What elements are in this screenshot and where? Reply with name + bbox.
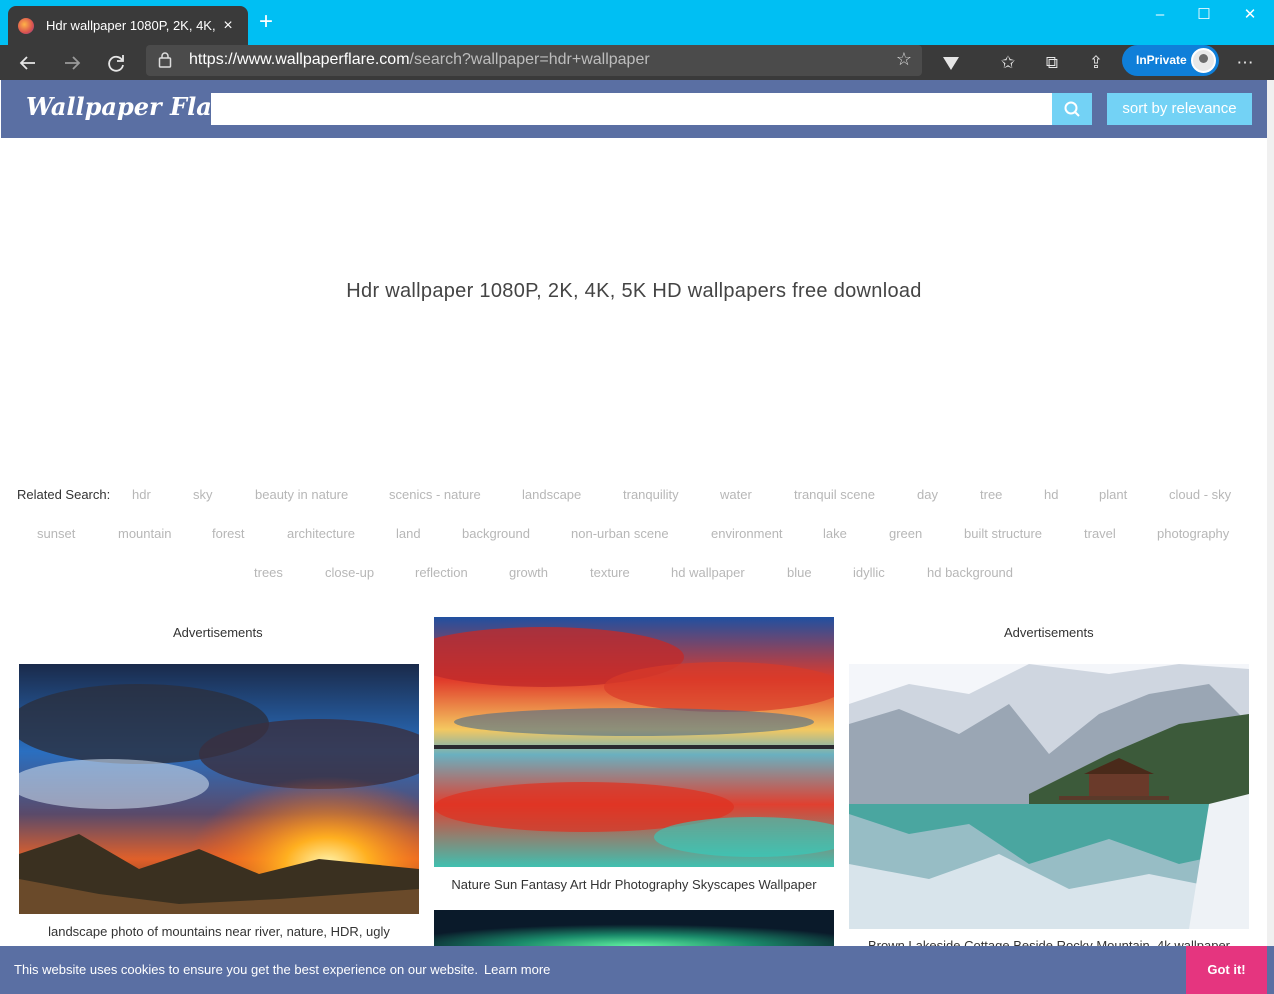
- search-button[interactable]: [1052, 93, 1092, 125]
- browser-titlebar: Hdr wallpaper 1080P, 2K, 4K, 5K × + – ☐ …: [0, 0, 1274, 45]
- inprivate-badge[interactable]: InPrivate: [1122, 45, 1219, 76]
- wallpaper-caption[interactable]: landscape photo of mountains near river,…: [19, 924, 419, 939]
- site-favicon-icon: [18, 17, 34, 34]
- related-tag[interactable]: texture: [590, 565, 630, 580]
- site-logo[interactable]: Wallpaper Flare: [26, 92, 240, 121]
- related-tag[interactable]: reflection: [415, 565, 468, 580]
- related-tag[interactable]: land: [396, 526, 421, 541]
- related-tag[interactable]: day: [917, 487, 938, 502]
- more-options-icon[interactable]: ⋯: [1230, 48, 1260, 78]
- related-tag[interactable]: blue: [787, 565, 812, 580]
- browser-tab[interactable]: Hdr wallpaper 1080P, 2K, 4K, 5K ×: [8, 6, 248, 45]
- related-tag[interactable]: growth: [509, 565, 548, 580]
- related-row-3: trees close-up reflection growth texture…: [1, 565, 1267, 585]
- wallpaper-thumbnail[interactable]: [19, 664, 419, 914]
- related-tag[interactable]: cloud - sky: [1169, 487, 1231, 502]
- page-body: Hdr wallpaper 1080P, 2K, 4K, 5K HD wallp…: [1, 138, 1267, 953]
- browser-toolbar: https://www.wallpaperflare.com/search?wa…: [0, 45, 1274, 80]
- profile-avatar-icon: [1191, 48, 1216, 73]
- cookie-message: This website uses cookies to ensure you …: [14, 962, 551, 977]
- tab-close-icon[interactable]: ×: [218, 17, 238, 35]
- related-tag[interactable]: background: [462, 526, 530, 541]
- search-icon: [1064, 101, 1080, 117]
- lock-icon[interactable]: [158, 51, 172, 69]
- related-tag[interactable]: trees: [254, 565, 283, 580]
- related-tag[interactable]: tranquil scene: [794, 487, 875, 502]
- wallpaper-thumbnail[interactable]: [434, 910, 834, 946]
- related-tag[interactable]: hd wallpaper: [671, 565, 745, 580]
- wallpaper-image-aurora: [434, 910, 834, 946]
- collections-icon[interactable]: ⧉: [1037, 48, 1067, 78]
- got-it-button[interactable]: Got it!: [1186, 946, 1267, 994]
- new-tab-button[interactable]: +: [254, 10, 278, 34]
- related-tag[interactable]: travel: [1084, 526, 1116, 541]
- related-tag[interactable]: lake: [823, 526, 847, 541]
- add-favorite-icon[interactable]: ☆: [896, 49, 912, 70]
- related-tag[interactable]: green: [889, 526, 922, 541]
- learn-more-link[interactable]: Learn more: [484, 962, 550, 977]
- sort-button[interactable]: sort by relevance: [1107, 93, 1252, 125]
- page-edge: [1267, 80, 1274, 994]
- related-tag[interactable]: sky: [193, 487, 213, 502]
- related-row-1: Related Search: hdr sky beauty in nature…: [1, 487, 1267, 507]
- related-tag[interactable]: tranquility: [623, 487, 679, 502]
- wallpaper-image-sunset-reflection: [434, 617, 834, 867]
- related-tag[interactable]: water: [720, 487, 752, 502]
- related-tag[interactable]: mountain: [118, 526, 171, 541]
- related-tag[interactable]: hd: [1044, 487, 1058, 502]
- related-tag[interactable]: photography: [1157, 526, 1229, 541]
- related-row-2: sunset mountain forest architecture land…: [1, 526, 1267, 546]
- related-tag[interactable]: idyllic: [853, 565, 885, 580]
- related-tag[interactable]: environment: [711, 526, 783, 541]
- maximize-button[interactable]: ☐: [1181, 4, 1227, 28]
- related-tag[interactable]: sunset: [37, 526, 75, 541]
- wallpaper-caption[interactable]: Nature Sun Fantasy Art Hdr Photography S…: [434, 877, 834, 892]
- related-tag[interactable]: hd background: [927, 565, 1013, 580]
- minimize-button[interactable]: –: [1137, 4, 1183, 28]
- wallpaper-image-lakeside-cottage: [849, 664, 1249, 929]
- related-label: Related Search:: [17, 487, 111, 502]
- tab-title: Hdr wallpaper 1080P, 2K, 4K, 5K: [46, 18, 218, 33]
- address-bar[interactable]: https://www.wallpaperflare.com/search?wa…: [146, 45, 922, 76]
- related-tag[interactable]: hdr: [132, 487, 151, 502]
- forward-arrow-icon[interactable]: [57, 48, 87, 78]
- share-icon[interactable]: ⇪: [1081, 48, 1111, 78]
- search-input[interactable]: [211, 93, 1053, 125]
- wallpaper-thumbnail[interactable]: [849, 664, 1249, 929]
- related-tag[interactable]: built structure: [964, 526, 1042, 541]
- related-tag[interactable]: beauty in nature: [255, 487, 348, 502]
- cookie-banner: This website uses cookies to ensure you …: [0, 946, 1274, 994]
- related-tag[interactable]: forest: [212, 526, 245, 541]
- favorites-icon[interactable]: ✩: [993, 48, 1023, 78]
- related-tag[interactable]: non-urban scene: [571, 526, 669, 541]
- url-text[interactable]: https://www.wallpaperflare.com/search?wa…: [189, 51, 650, 69]
- site-header: Wallpaper Flare sort by relevance: [1, 80, 1267, 138]
- related-tag[interactable]: close-up: [325, 565, 374, 580]
- wallpaper-image-mountains-sunset: [19, 664, 419, 914]
- related-tag[interactable]: architecture: [287, 526, 355, 541]
- related-tag[interactable]: tree: [980, 487, 1002, 502]
- related-tag[interactable]: scenics - nature: [389, 487, 481, 502]
- refresh-icon[interactable]: [101, 48, 131, 78]
- wallpaper-thumbnail[interactable]: [434, 617, 834, 867]
- ad-label-right: Advertisements: [1004, 625, 1094, 640]
- related-tag[interactable]: plant: [1099, 487, 1127, 502]
- close-window-button[interactable]: ✕: [1227, 4, 1273, 28]
- extension-icon[interactable]: [936, 48, 966, 78]
- back-arrow-icon[interactable]: [13, 48, 43, 78]
- related-tag[interactable]: landscape: [522, 487, 581, 502]
- ad-label-left: Advertisements: [173, 625, 263, 640]
- page-title: Hdr wallpaper 1080P, 2K, 4K, 5K HD wallp…: [346, 280, 922, 302]
